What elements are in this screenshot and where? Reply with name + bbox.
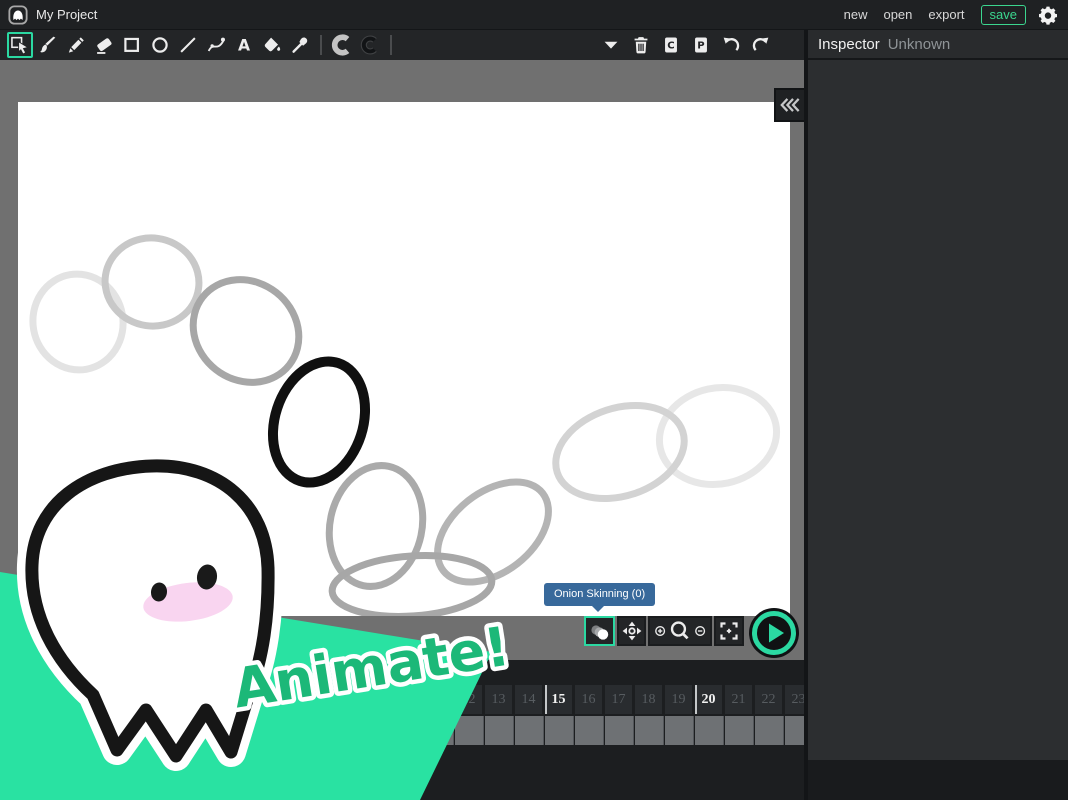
triple-chevron-left-icon	[777, 92, 803, 118]
svg-text:A: A	[238, 37, 250, 55]
timeline-cell[interactable]	[785, 716, 804, 745]
promo-sticker: Animate!	[0, 440, 510, 800]
svg-text:C: C	[667, 41, 674, 52]
onion-skinning-button[interactable]	[584, 616, 615, 646]
tool-eraser[interactable]	[91, 32, 117, 58]
fit-view-button[interactable]	[714, 616, 744, 646]
timeline-cell[interactable]	[575, 716, 604, 745]
frame-number[interactable]: 16	[575, 685, 602, 714]
tool-curve[interactable]	[203, 32, 229, 58]
frame-number-highlighted[interactable]: 15	[545, 685, 572, 714]
inspector-body	[808, 60, 1068, 760]
pan-button[interactable]	[617, 616, 646, 646]
onion-skinning-tooltip: Onion Skinning (0)	[544, 583, 655, 606]
delete-trash-icon[interactable]	[628, 32, 654, 58]
tool-pencil[interactable]	[63, 32, 89, 58]
inspector-title: Inspector	[818, 36, 880, 53]
tool-text[interactable]: A	[231, 32, 257, 58]
undo-icon[interactable]	[718, 32, 744, 58]
menu-new[interactable]: new	[844, 7, 868, 22]
inspector-status: Unknown	[888, 36, 951, 53]
redo-icon[interactable]	[748, 32, 774, 58]
collapse-menu-caret-icon[interactable]	[598, 32, 624, 58]
play-icon	[748, 607, 800, 659]
collapse-panel-button[interactable]	[774, 88, 804, 122]
tool-brush[interactable]	[35, 32, 61, 58]
tool-fill-bucket[interactable]	[259, 32, 285, 58]
frame-number[interactable]: 23	[785, 685, 804, 714]
inspector-panel: Inspector Unknown	[804, 30, 1068, 800]
timeline-cell[interactable]	[545, 716, 574, 745]
inspector-footer	[808, 760, 1068, 800]
tool-rectangle[interactable]	[119, 32, 145, 58]
timeline-cell[interactable]	[695, 716, 724, 745]
magnifier-icon[interactable]	[668, 618, 691, 644]
timeline-cell[interactable]	[665, 716, 694, 745]
tool-line[interactable]	[175, 32, 201, 58]
app-logo-ghost-icon	[8, 5, 28, 25]
tool-ellipse[interactable]	[147, 32, 173, 58]
tool-select[interactable]	[7, 32, 33, 58]
zoom-in-icon[interactable]	[652, 622, 668, 640]
toolbar-divider	[320, 35, 322, 55]
save-button[interactable]: save	[981, 5, 1026, 25]
frame-number-highlighted[interactable]: 20	[695, 685, 722, 714]
timeline-cell[interactable]	[725, 716, 754, 745]
paste-icon[interactable]: P	[688, 32, 714, 58]
menu-open[interactable]: open	[883, 7, 912, 22]
zoom-controls	[648, 616, 712, 646]
inspector-header: Inspector Unknown	[808, 30, 1068, 60]
frame-number[interactable]: 19	[665, 685, 692, 714]
app-window: My Project new open export save	[0, 0, 1068, 800]
tool-eyedropper[interactable]	[287, 32, 313, 58]
swatch-arc-dark[interactable]	[357, 32, 383, 58]
timeline-cell[interactable]	[605, 716, 634, 745]
menu-export[interactable]: export	[928, 7, 964, 22]
frame-number[interactable]: 22	[755, 685, 782, 714]
titlebar: My Project new open export save	[0, 0, 1068, 30]
frame-number[interactable]: 17	[605, 685, 632, 714]
onion-skin-icon	[588, 619, 612, 643]
play-button[interactable]	[748, 607, 800, 659]
settings-gear-icon[interactable]	[1038, 5, 1058, 25]
zoom-out-icon[interactable]	[692, 622, 708, 640]
frame-number[interactable]: 21	[725, 685, 752, 714]
frame-number[interactable]: 14	[515, 685, 542, 714]
frame-number[interactable]: 18	[635, 685, 662, 714]
fit-brackets-icon	[717, 619, 741, 643]
toolbar-divider	[390, 35, 392, 55]
move-arrows-icon	[620, 619, 644, 643]
timeline-cell[interactable]	[755, 716, 784, 745]
toolbar: A	[0, 30, 804, 60]
project-title: My Project	[36, 7, 97, 22]
svg-text:P: P	[697, 41, 704, 52]
timeline-cell[interactable]	[635, 716, 664, 745]
swatch-arc-light[interactable]	[329, 32, 355, 58]
timeline-cell[interactable]	[515, 716, 544, 745]
copy-icon[interactable]: C	[658, 32, 684, 58]
